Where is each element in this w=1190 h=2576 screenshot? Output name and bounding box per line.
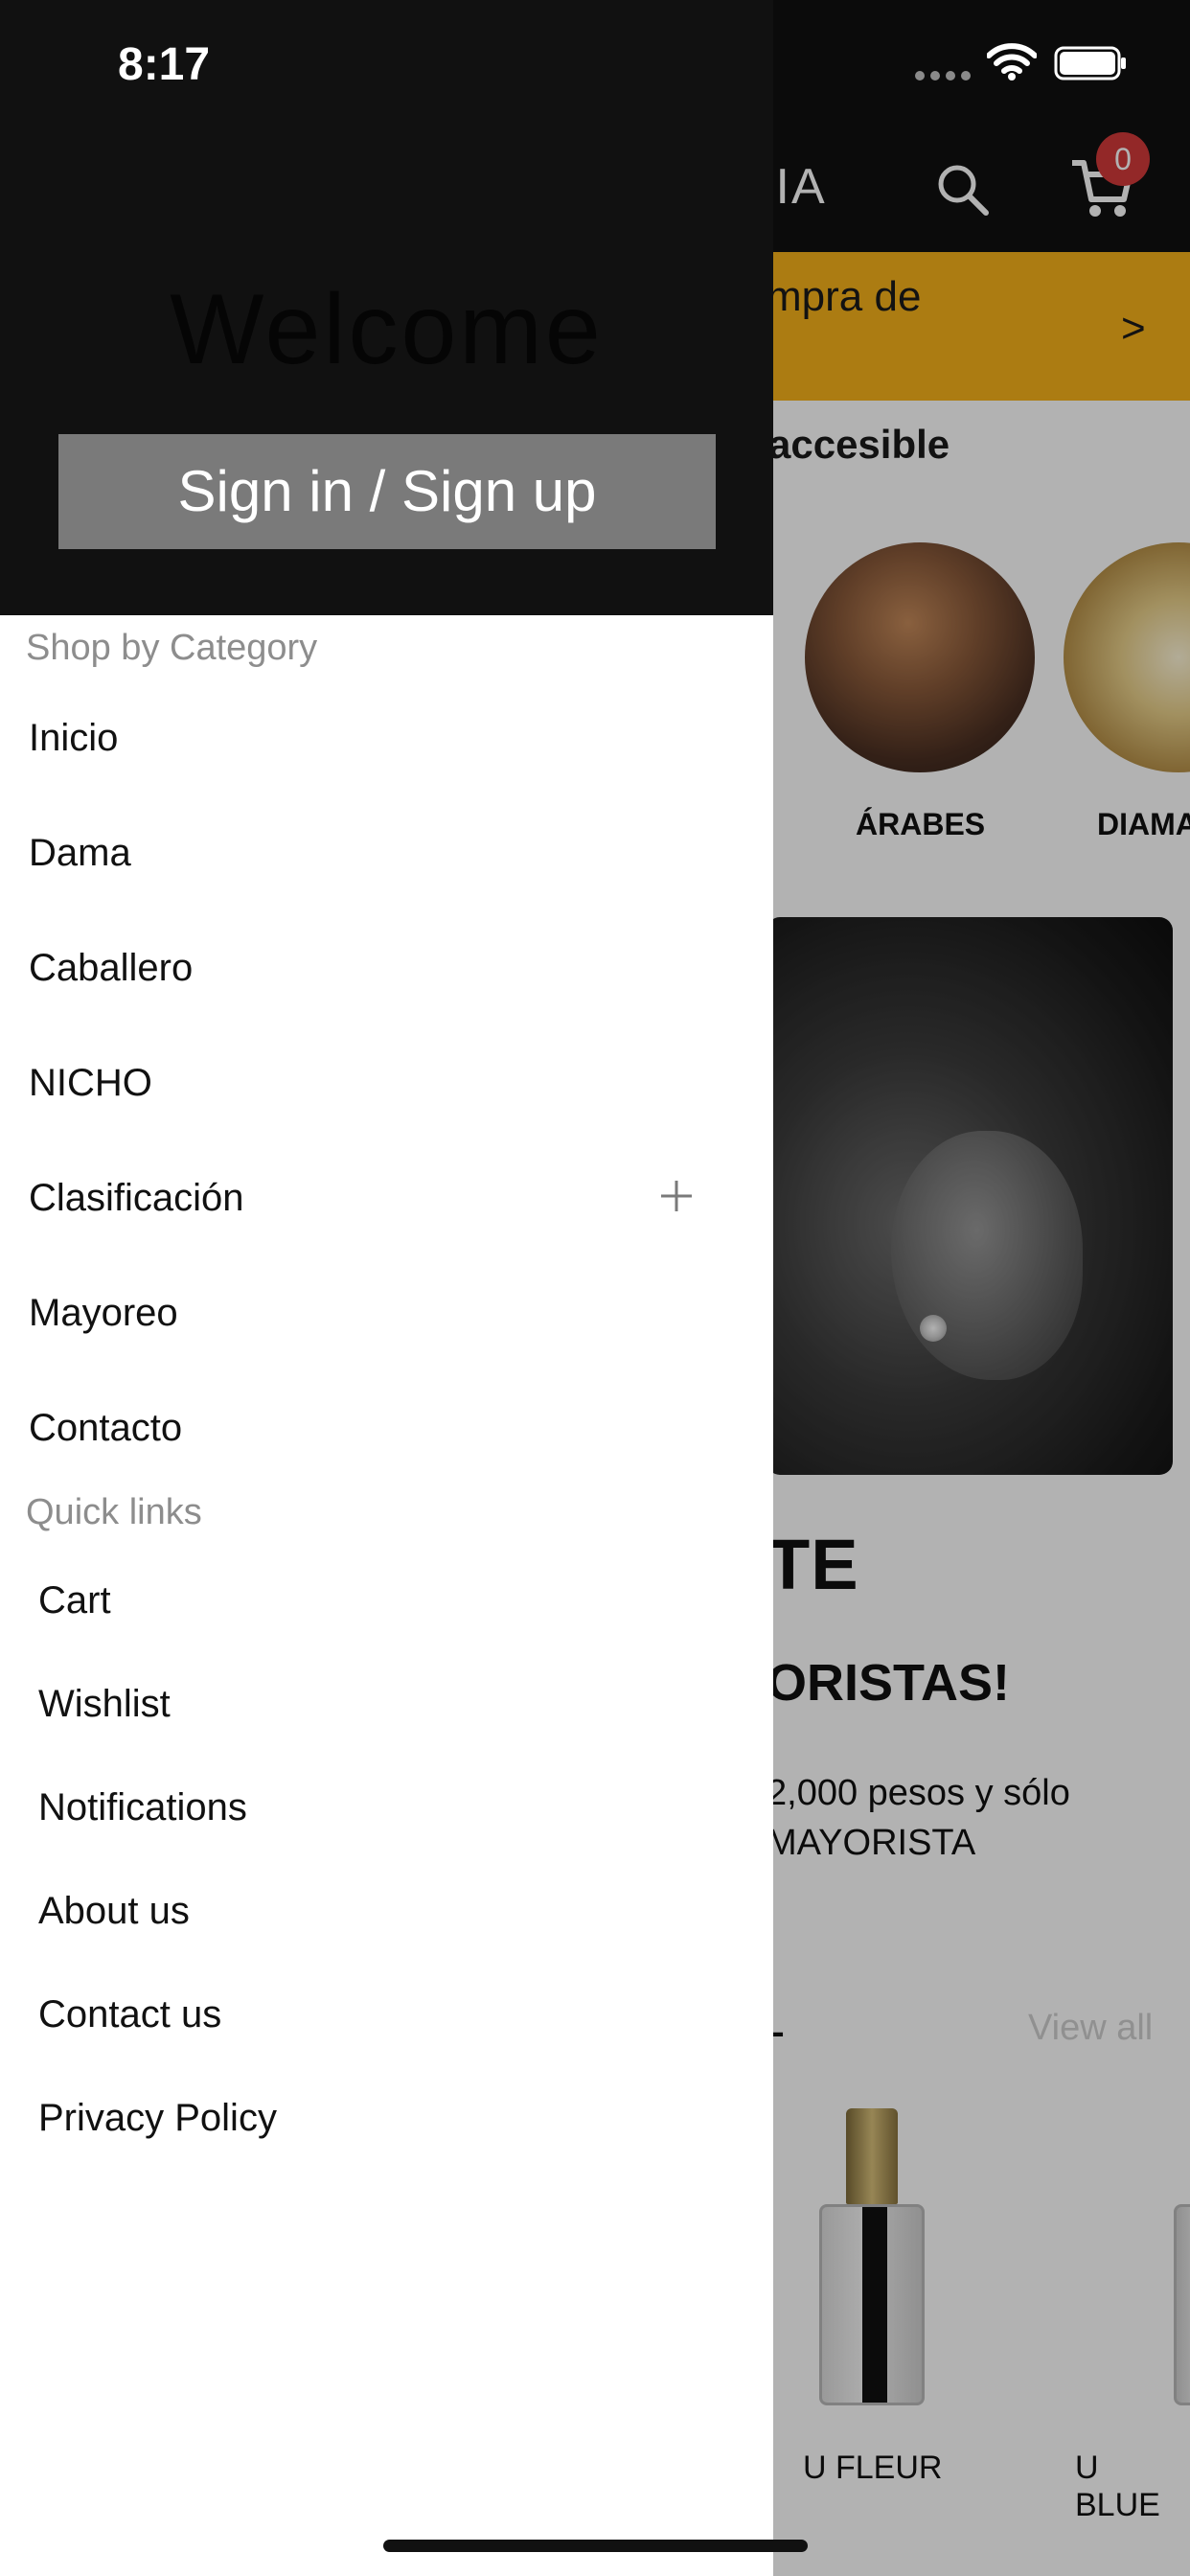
welcome-text: Welcome	[170, 274, 604, 385]
quick-link-contact-us[interactable]: Contact us	[38, 1993, 728, 2036]
cellular-signal-icon	[915, 71, 971, 80]
side-drawer: Welcome Sign in / Sign up Shop by Catego…	[0, 0, 773, 2576]
quick-link-notifications[interactable]: Notifications	[38, 1786, 728, 1829]
drawer-header: Welcome Sign in / Sign up	[0, 0, 773, 615]
battery-icon	[1054, 46, 1126, 80]
menu-item-contacto[interactable]: Contacto	[29, 1407, 719, 1450]
quick-link-wishlist[interactable]: Wishlist	[38, 1683, 728, 1726]
expand-plus-icon[interactable]	[659, 1179, 694, 1213]
menu-item-mayoreo[interactable]: Mayoreo	[29, 1292, 719, 1335]
quick-link-cart[interactable]: Cart	[38, 1579, 728, 1622]
sign-in-button[interactable]: Sign in / Sign up	[58, 434, 716, 549]
quick-link-about-us[interactable]: About us	[38, 1890, 728, 1933]
menu-item-dama[interactable]: Dama	[29, 832, 719, 875]
wifi-icon	[987, 43, 1037, 80]
home-indicator[interactable]	[383, 2540, 808, 2552]
menu-item-caballero[interactable]: Caballero	[29, 947, 719, 990]
quick-links-heading: Quick links	[26, 1492, 202, 1532]
menu-item-inicio[interactable]: Inicio	[29, 717, 719, 760]
menu-item-clasificacion[interactable]: Clasificación	[29, 1177, 719, 1220]
quick-link-privacy-policy[interactable]: Privacy Policy	[38, 2097, 728, 2140]
shop-by-category-heading: Shop by Category	[26, 628, 318, 668]
status-time: 8:17	[118, 39, 211, 90]
menu-item-nicho[interactable]: NICHO	[29, 1062, 719, 1105]
